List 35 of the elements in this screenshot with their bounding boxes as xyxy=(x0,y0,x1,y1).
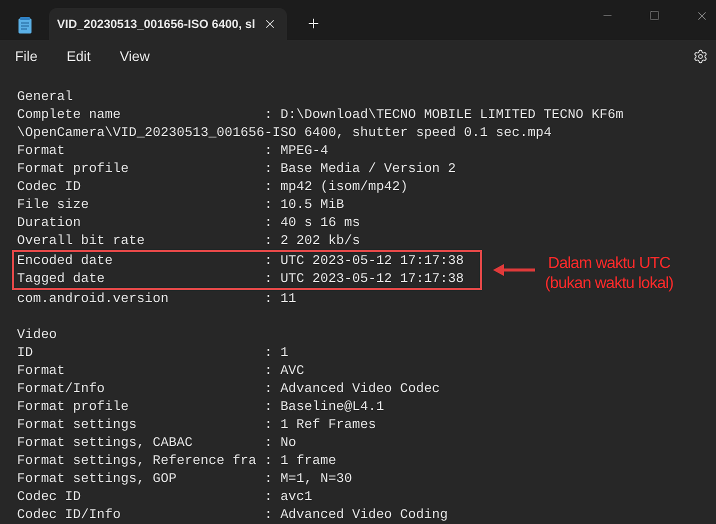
editor-line: com.android.version : 11 xyxy=(17,290,296,308)
editor-line: Format/Info : Advanced Video Codec xyxy=(17,380,440,398)
editor-line: Format : MPEG-4 xyxy=(17,142,328,160)
editor-line: Format settings : 1 Ref Frames xyxy=(17,416,376,434)
editor-line: Codec ID : avc1 xyxy=(17,488,312,506)
editor-line: Tagged date : UTC 2023-05-12 17:17:38 xyxy=(17,270,464,288)
editor-line: Format profile : Base Media / Version 2 xyxy=(17,160,456,178)
editor-line: File size : 10.5 MiB xyxy=(17,196,344,214)
annotation-text: (bukan waktu lokal) xyxy=(545,274,674,294)
menu-item[interactable]: View xyxy=(112,42,158,72)
notepad-icon xyxy=(18,17,32,34)
editor-line: Duration : 40 s 16 ms xyxy=(17,214,360,232)
annotation-text: Dalam waktu UTC xyxy=(548,254,670,274)
editor-line: Encoded date : UTC 2023-05-12 17:17:38 xyxy=(17,252,464,270)
maximize-icon[interactable] xyxy=(649,10,660,21)
editor-line: Format settings, GOP : M=1, N=30 xyxy=(17,470,352,488)
editor-line: Codec ID : mp42 (isom/mp42) xyxy=(17,178,408,196)
tab-title: VID_20230513_001656-ISO 6400, sl xyxy=(57,16,256,34)
menu-item[interactable]: Edit xyxy=(58,42,99,72)
new-tab-icon[interactable] xyxy=(306,16,321,32)
editor-line: Video xyxy=(17,326,57,344)
editor-line: General xyxy=(17,88,73,106)
editor-line: \OpenCamera\VID_20230513_001656-ISO 6400, shutter speed 0.1 sec.mp4 xyxy=(17,124,552,142)
menu-item[interactable]: File xyxy=(7,42,46,72)
editor-line: Overall bit rate : 2 202 kb/s xyxy=(17,232,360,250)
editor-line: ID : 1 xyxy=(17,344,288,362)
settings-icon[interactable] xyxy=(693,49,708,64)
file-tab[interactable]: VID_20230513_001656-ISO 6400, sl xyxy=(49,8,287,40)
editor-line: Format : AVC xyxy=(17,362,304,380)
arrow-icon xyxy=(493,264,535,276)
editor-line: Codec ID/Info : Advanced Video Coding xyxy=(17,506,448,524)
editor-line: Format settings, CABAC : No xyxy=(17,434,296,452)
editor-line: Format settings, Reference fra : 1 frame xyxy=(17,452,336,470)
editor-line: Format profile : Baseline@L4.1 xyxy=(17,398,384,416)
editor-line: Complete name : D:\Download\TECNO MOBILE LIMITED TECNO KF6m xyxy=(17,106,624,124)
